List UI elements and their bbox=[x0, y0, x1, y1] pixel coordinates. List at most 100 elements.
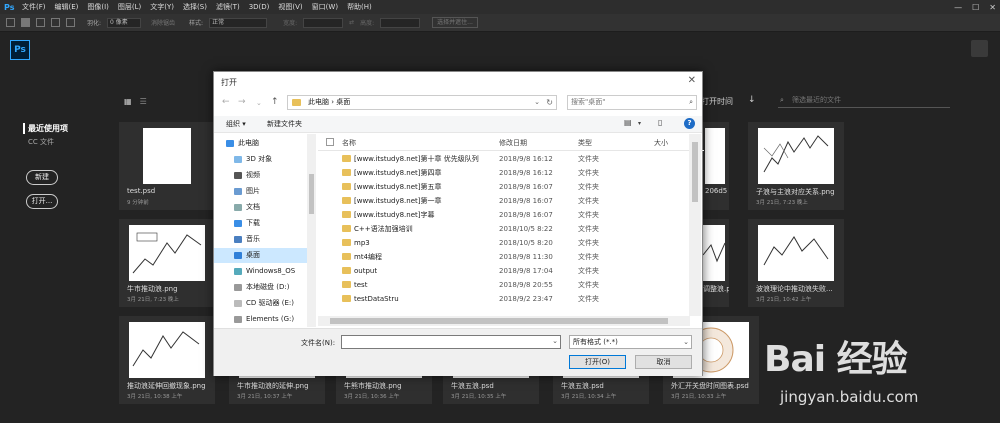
up-icon[interactable]: ↑ bbox=[271, 97, 279, 107]
chevron-down-icon[interactable]: ⌄ bbox=[552, 337, 558, 345]
select-all-checkbox[interactable] bbox=[326, 138, 334, 146]
chevron-down-icon[interactable]: ⌄ bbox=[534, 96, 540, 109]
organize-menu[interactable]: 组织 ▾ bbox=[226, 119, 246, 129]
menu-layer[interactable]: 图层(L) bbox=[118, 2, 141, 12]
close-icon[interactable]: ✕ bbox=[688, 75, 696, 86]
open-file-button[interactable]: 打开(O) bbox=[569, 355, 626, 369]
back-icon[interactable]: ← bbox=[222, 97, 230, 107]
minimize-icon[interactable]: — bbox=[954, 3, 962, 12]
menu-type[interactable]: 文字(Y) bbox=[150, 2, 174, 12]
scrollbar-thumb[interactable] bbox=[692, 142, 698, 202]
add-selection-icon[interactable] bbox=[36, 18, 45, 27]
sort-label[interactable]: 打开时间 bbox=[701, 96, 733, 107]
sidebar-item-this-pc[interactable]: 此电脑 bbox=[214, 136, 314, 151]
dialog-toolbar: 组织 ▾ 新建文件夹 ▤ ▾ ▯ ? bbox=[214, 116, 702, 133]
watermark-url: jingyan.baidu.com bbox=[780, 388, 919, 406]
address-bar[interactable]: 此电脑 › 桌面 ⌄ ↻ bbox=[287, 95, 557, 110]
width-input[interactable] bbox=[303, 17, 344, 28]
height-input[interactable] bbox=[380, 17, 421, 28]
cancel-button[interactable]: 取消 bbox=[635, 355, 692, 369]
swap-icon[interactable]: ⇄ bbox=[349, 19, 354, 26]
sidebar-item-cd-drive-e[interactable]: CD 驱动器 (E:) bbox=[214, 296, 314, 311]
column-name[interactable]: 名称 bbox=[342, 138, 356, 148]
file-name: 牛浪五浪.psd bbox=[451, 382, 494, 390]
file-row[interactable]: mt4编程 2018/9/8 11:30 文件夹 bbox=[318, 250, 688, 264]
close-icon[interactable]: ✕ bbox=[989, 3, 996, 12]
file-thumbnail bbox=[129, 322, 205, 378]
menu-view[interactable]: 视图(V) bbox=[278, 2, 302, 12]
menu-3d[interactable]: 3D(D) bbox=[249, 3, 270, 11]
nav-cc-files[interactable]: CC 文件 bbox=[28, 137, 68, 147]
sidebar-item-3d[interactable]: 3D 对象 bbox=[214, 152, 314, 167]
feather-input[interactable]: 0 像素 bbox=[107, 17, 142, 28]
intersect-selection-icon[interactable] bbox=[66, 18, 75, 27]
recent-filter-input[interactable]: ⌕ 筛选最近的文件 bbox=[778, 93, 950, 108]
menu-help[interactable]: 帮助(H) bbox=[347, 2, 372, 12]
refresh-icon[interactable]: ↻ bbox=[546, 96, 553, 109]
file-row[interactable]: C++语法加强培训 2018/10/5 8:22 文件夹 bbox=[318, 222, 688, 236]
select-and-mask-button[interactable]: 选择并遮住... bbox=[432, 17, 478, 28]
file-type-select[interactable]: 所有格式 (*.*) ⌄ bbox=[569, 335, 692, 349]
menu-select[interactable]: 选择(S) bbox=[183, 2, 207, 12]
search-help-button[interactable] bbox=[971, 40, 988, 57]
recent-file-card[interactable]: 牛市推动浪.png 3月 21日, 7:23 晚上 bbox=[119, 219, 215, 307]
style-select[interactable]: 正常 bbox=[209, 17, 268, 28]
marquee-tool-icon[interactable] bbox=[6, 18, 15, 27]
file-row[interactable]: [www.itstudy8.net]第一章 2018/9/8 16:07 文件夹 bbox=[318, 194, 688, 208]
file-row[interactable]: test 2018/9/8 20:55 文件夹 bbox=[318, 278, 688, 292]
open-button[interactable]: 打开... bbox=[26, 194, 58, 209]
sidebar-item-windows8-os[interactable]: Windows8_OS bbox=[214, 264, 314, 279]
file-row[interactable]: [www.itstudy8.net]第五章 2018/9/8 16:07 文件夹 bbox=[318, 180, 688, 194]
column-size[interactable]: 大小 bbox=[654, 138, 668, 148]
recent-file-card[interactable]: test.psd 9 分钟前 bbox=[119, 122, 215, 210]
filename-input[interactable]: ⌄ bbox=[341, 335, 561, 349]
menu-image[interactable]: 图像(I) bbox=[87, 2, 109, 12]
new-folder-button[interactable]: 新建文件夹 bbox=[267, 119, 302, 129]
file-row[interactable]: [www.itstudy8.net]第十章 优先级队列 2018/9/8 16:… bbox=[318, 152, 688, 166]
preview-pane-icon[interactable]: ▯ bbox=[658, 118, 662, 127]
column-type[interactable]: 类型 bbox=[578, 138, 592, 148]
recent-file-card[interactable]: 推动浪延伸回撤现象.png 3月 21日, 10:38 上午 bbox=[119, 316, 215, 404]
sidebar-item-videos[interactable]: 视频 bbox=[214, 168, 314, 183]
file-list-hscrollbar[interactable] bbox=[318, 316, 690, 326]
recent-locations-icon[interactable]: ⌄ bbox=[256, 99, 262, 107]
column-date[interactable]: 修改日期 bbox=[499, 138, 527, 148]
dialog-search-input[interactable]: 搜索"桌面" ⌕ bbox=[567, 95, 697, 110]
grid-view-icon[interactable]: ▦ bbox=[124, 97, 132, 106]
nav-recent[interactable]: 最近使用项 bbox=[23, 123, 68, 134]
workspace-nav: 最近使用项 CC 文件 bbox=[23, 123, 68, 147]
view-options-icon[interactable]: ▤ bbox=[624, 118, 632, 127]
recent-file-card[interactable]: 波浪理论中推动浪失败... 3月 21日, 10:42 上午 bbox=[748, 219, 844, 307]
antialias-checkbox[interactable]: 消除锯齿 bbox=[151, 18, 175, 27]
subtract-selection-icon[interactable] bbox=[51, 18, 60, 27]
file-row[interactable]: [www.itstudy8.net]字幕 2018/9/8 16:07 文件夹 bbox=[318, 208, 688, 222]
view-dropdown-icon[interactable]: ▾ bbox=[638, 120, 641, 127]
file-row[interactable]: output 2018/9/8 17:04 文件夹 bbox=[318, 264, 688, 278]
menu-filter[interactable]: 滤镜(T) bbox=[216, 2, 240, 12]
sidebar-item-downloads[interactable]: 下载 bbox=[214, 216, 314, 231]
recent-file-card[interactable]: 子浪与主浪对应关系.png 3月 21日, 7:23 晚上 bbox=[748, 122, 844, 210]
sort-direction-icon[interactable]: ↓ bbox=[748, 95, 756, 105]
sidebar-item-documents[interactable]: 文档 bbox=[214, 200, 314, 215]
sidebar-item-elements-g[interactable]: Elements (G:) bbox=[214, 312, 314, 327]
sidebar-item-pictures[interactable]: 图片 bbox=[214, 184, 314, 199]
help-icon[interactable]: ? bbox=[684, 118, 695, 129]
menu-edit[interactable]: 编辑(E) bbox=[55, 2, 79, 12]
file-list-scrollbar[interactable] bbox=[689, 134, 701, 316]
new-selection-icon[interactable] bbox=[21, 18, 30, 27]
sidebar-item-music[interactable]: 音乐 bbox=[214, 232, 314, 247]
menu-file[interactable]: 文件(F) bbox=[22, 2, 46, 12]
file-row[interactable]: [www.itstudy8.net]第四章 2018/9/8 16:12 文件夹 bbox=[318, 166, 688, 180]
file-row[interactable]: testDataStru 2018/9/2 23:47 文件夹 bbox=[318, 292, 688, 306]
scrollbar-thumb[interactable] bbox=[330, 318, 668, 324]
new-button[interactable]: 新建 bbox=[26, 170, 58, 185]
menu-window[interactable]: 窗口(W) bbox=[312, 2, 338, 12]
nav-pane-scrollbar[interactable] bbox=[307, 134, 316, 327]
scrollbar-thumb[interactable] bbox=[309, 174, 314, 214]
forward-icon[interactable]: → bbox=[238, 97, 246, 107]
sidebar-item-desktop[interactable]: 桌面 bbox=[214, 248, 314, 263]
file-row[interactable]: mp3 2018/10/5 8:20 文件夹 bbox=[318, 236, 688, 250]
sidebar-item-local-disk-d[interactable]: 本地磁盘 (D:) bbox=[214, 280, 314, 295]
list-view-icon[interactable]: ☰ bbox=[140, 97, 147, 106]
maximize-icon[interactable]: ☐ bbox=[972, 3, 979, 12]
